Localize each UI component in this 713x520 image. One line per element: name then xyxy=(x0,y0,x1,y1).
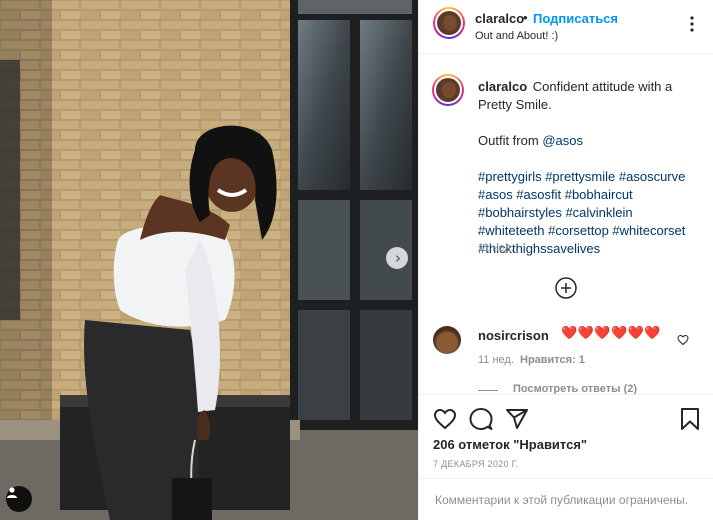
comment-like-icon[interactable] xyxy=(677,334,689,346)
location-link[interactable]: Out and About! :) xyxy=(475,30,558,42)
author-avatar[interactable] xyxy=(433,7,465,39)
replies-divider xyxy=(478,390,498,391)
caption-author-avatar[interactable] xyxy=(432,74,464,106)
commenter-avatar[interactable] xyxy=(433,326,461,354)
comment-icon[interactable] xyxy=(469,407,493,431)
chevron-right-icon: › xyxy=(395,248,401,267)
comment-text: ❤️❤️❤️❤️❤️❤️ xyxy=(561,326,662,341)
author-username[interactable]: claralco xyxy=(475,11,524,26)
photo-illustration xyxy=(0,0,418,520)
post-caption: claralco Confident attitude with a Prett… xyxy=(478,78,700,258)
more-options-icon[interactable] xyxy=(685,14,699,34)
comments-section[interactable]: claralco Confident attitude with a Prett… xyxy=(419,54,713,394)
share-icon[interactable] xyxy=(505,407,529,431)
load-more-comments-icon[interactable] xyxy=(554,276,578,300)
caption-time: 11 нед. xyxy=(478,242,514,254)
outfit-prefix: Outfit from xyxy=(478,133,539,148)
post-sidebar: claralco • Подписаться Out and About! :)… xyxy=(418,0,713,520)
post-photo[interactable]: › xyxy=(0,0,418,520)
next-photo-button[interactable]: › xyxy=(386,247,408,269)
heart-icon[interactable] xyxy=(433,407,457,431)
mention-link[interactable]: @asos xyxy=(542,133,583,148)
view-replies-button[interactable]: Посмотреть ответы (2) xyxy=(513,383,637,394)
post-date: 7 ДЕКАБРЯ 2020 Г. xyxy=(433,459,519,469)
tagged-users-button[interactable] xyxy=(6,486,32,512)
post-actions: 206 отметок "Нравится" 7 ДЕКАБРЯ 2020 Г. xyxy=(419,394,713,478)
comment-likes[interactable]: Нравится: 1 xyxy=(520,354,585,366)
comments-restricted-notice: Комментарии к этой публикации ограничены… xyxy=(435,493,689,507)
bookmark-icon[interactable] xyxy=(678,407,702,431)
user-icon xyxy=(7,487,17,498)
likes-count[interactable]: 206 отметок "Нравится" xyxy=(433,437,587,452)
separator-dot: • xyxy=(523,10,528,25)
caption-username[interactable]: claralco xyxy=(478,79,527,94)
post-header: claralco • Подписаться Out and About! :) xyxy=(419,0,713,54)
commenter-username[interactable]: nosircrison xyxy=(478,328,549,343)
comment-footer: Комментарии к этой публикации ограничены… xyxy=(419,478,713,520)
comment-time: 11 нед. xyxy=(478,354,514,366)
follow-button[interactable]: Подписаться xyxy=(533,11,618,26)
